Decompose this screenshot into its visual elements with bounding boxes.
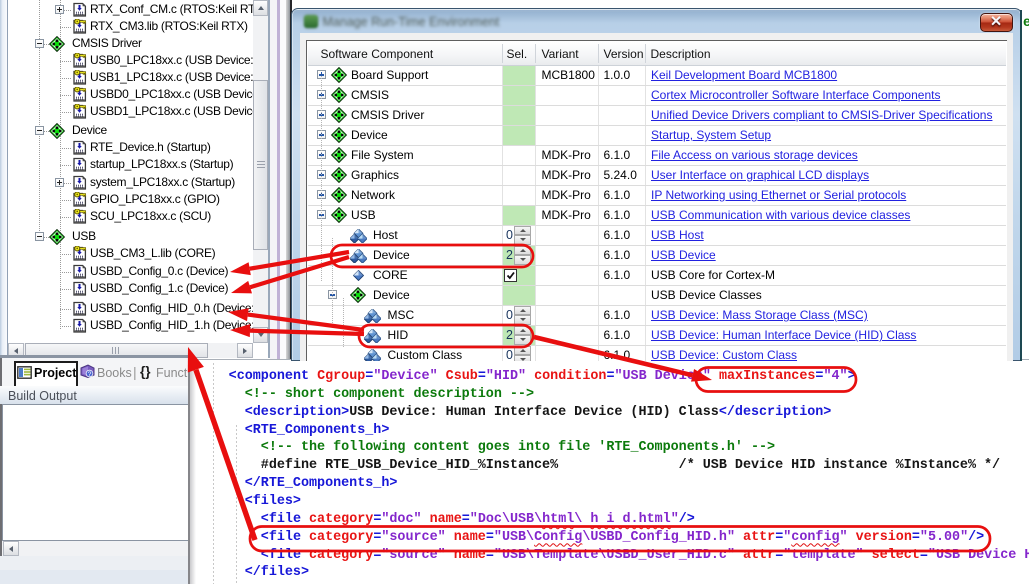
svg-text:?: ?: [88, 371, 92, 378]
